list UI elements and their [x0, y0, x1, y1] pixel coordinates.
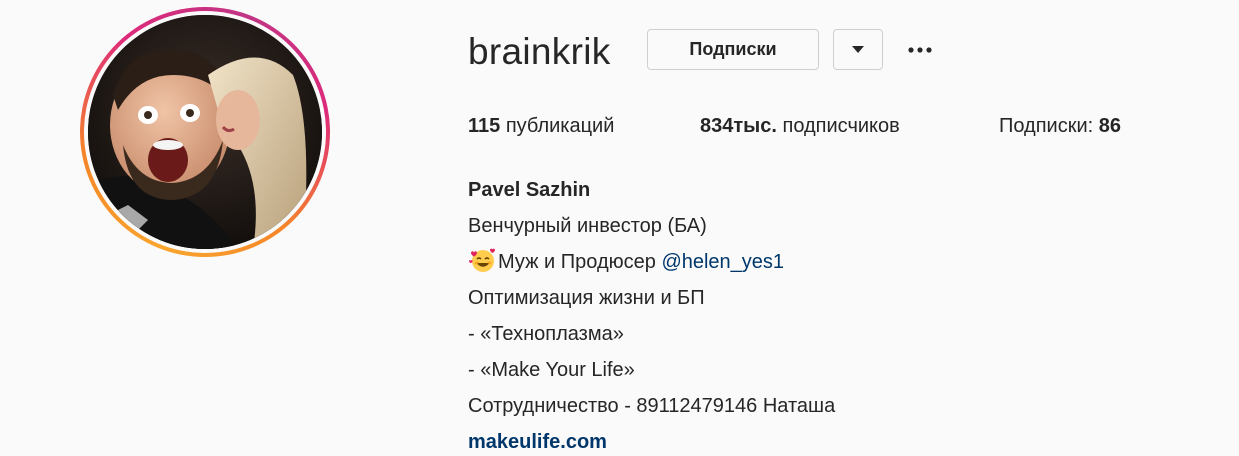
bio-line-2: Муж и Продюсер @helen_yes1: [468, 244, 835, 280]
posts-label: публикаций: [505, 115, 615, 137]
bio-line-2-text: Муж и Продюсер: [498, 251, 662, 273]
more-horizontal-icon: [908, 47, 932, 53]
bio-line-6: Сотрудничество - 89112479146 Наташа: [468, 395, 836, 417]
username: brainkrik: [468, 31, 611, 72]
posts-stat: 115 публикаций: [468, 112, 614, 140]
profile-page: brainkrik Подписки 115 публикаций 834тыс…: [0, 0, 1239, 456]
suggestions-dropdown-button[interactable]: [833, 29, 883, 70]
following-stat[interactable]: Подписки: 86: [999, 112, 1121, 140]
following-label: Подписки:: [999, 115, 1094, 137]
full-name: Pavel Sazhin: [468, 179, 591, 201]
avatar-photo: [88, 15, 322, 249]
bio-line-4: - «Техноплазма»: [468, 323, 624, 345]
following-count: 86: [1098, 115, 1122, 137]
profile-bio: Pavel Sazhin Венчурный инвестор (БА) Муж…: [468, 172, 835, 456]
smiling-face-with-hearts-icon: [469, 248, 495, 272]
caret-down-icon: [852, 45, 864, 53]
followers-count: 834тыс.: [700, 115, 777, 137]
followers-label: подписчиков: [782, 115, 900, 137]
more-options-button[interactable]: [902, 33, 938, 67]
followers-stat[interactable]: 834тыс. подписчиков: [700, 112, 900, 140]
following-button-label: Подписки: [689, 39, 777, 59]
website-link[interactable]: makeulife.com: [468, 424, 835, 456]
following-button[interactable]: Подписки: [647, 29, 819, 70]
bio-line-3: Оптимизация жизни и БП: [468, 287, 705, 309]
mention-link[interactable]: @helen_yes1: [661, 251, 784, 273]
bio-line-1: Венчурный инвестор (БА): [468, 215, 707, 237]
posts-count: 115: [468, 115, 501, 137]
bio-line-5: - «Make Your Life»: [468, 359, 635, 381]
story-ring[interactable]: [80, 7, 330, 257]
avatar[interactable]: [88, 15, 322, 249]
